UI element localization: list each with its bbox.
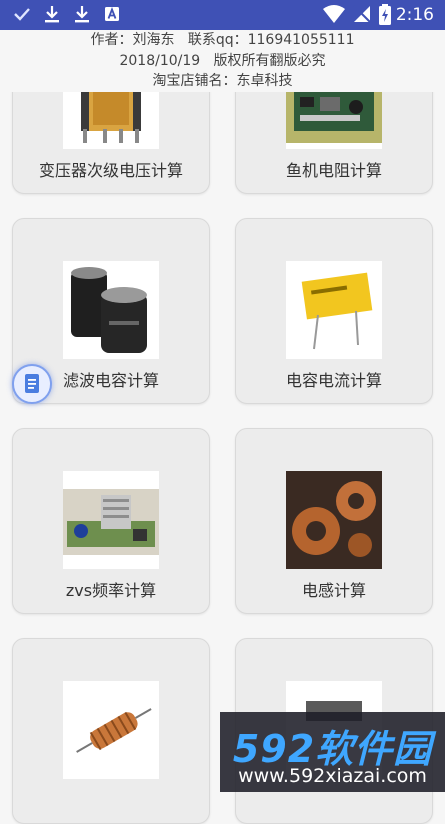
card-zvs-frequency[interactable]: zvs频率计算 bbox=[12, 428, 210, 614]
battery-icon bbox=[379, 4, 391, 25]
copyright-text: 2018/10/19 版权所有翻版必究 bbox=[119, 52, 326, 69]
card-label: 鱼机电阻计算 bbox=[285, 161, 382, 180]
document-icon bbox=[25, 374, 39, 393]
watermark: 592软件园 www.592xiazai.com bbox=[220, 712, 445, 792]
calculator-grid: 变压器次级电压计算 鱼机电阻计算 滤波电容计算 电容电流计算 zvs频率计算 电… bbox=[0, 0, 445, 824]
card-coil[interactable] bbox=[12, 638, 210, 824]
electrolytic-capacitors-image bbox=[63, 261, 159, 359]
check-icon bbox=[14, 8, 30, 21]
watermark-url: www.592xiazai.com bbox=[238, 765, 427, 787]
status-bar: 2:16 bbox=[0, 0, 445, 30]
author-info-header: 作者：刘海东 联系qq：116941055111 2018/10/19 版权所有… bbox=[0, 30, 445, 92]
shop-name-text: 淘宝店铺名：东卓科技 bbox=[152, 73, 293, 89]
card-label: 变压器次级电压计算 bbox=[38, 161, 183, 180]
download-icon bbox=[45, 6, 59, 23]
card-label: zvs频率计算 bbox=[65, 581, 157, 600]
status-time: 2:16 bbox=[395, 5, 434, 25]
film-capacitor-image bbox=[286, 261, 382, 359]
wifi-icon bbox=[323, 5, 345, 23]
card-inductance[interactable]: 电感计算 bbox=[235, 428, 433, 614]
author-contact-text: 作者：刘海东 联系qq：116941055111 bbox=[90, 32, 355, 48]
copper-coil-image bbox=[63, 681, 159, 779]
app-notification-icon bbox=[105, 7, 119, 21]
no-sim-icon bbox=[353, 5, 371, 23]
card-label: 电容电流计算 bbox=[285, 371, 382, 390]
card-label: 电感计算 bbox=[301, 581, 366, 600]
floating-document-button[interactable] bbox=[12, 364, 52, 404]
zvs-board-image bbox=[63, 471, 159, 569]
download-icon bbox=[75, 6, 89, 23]
toroid-inductors-image bbox=[286, 471, 382, 569]
card-capacitor-current[interactable]: 电容电流计算 bbox=[235, 218, 433, 404]
